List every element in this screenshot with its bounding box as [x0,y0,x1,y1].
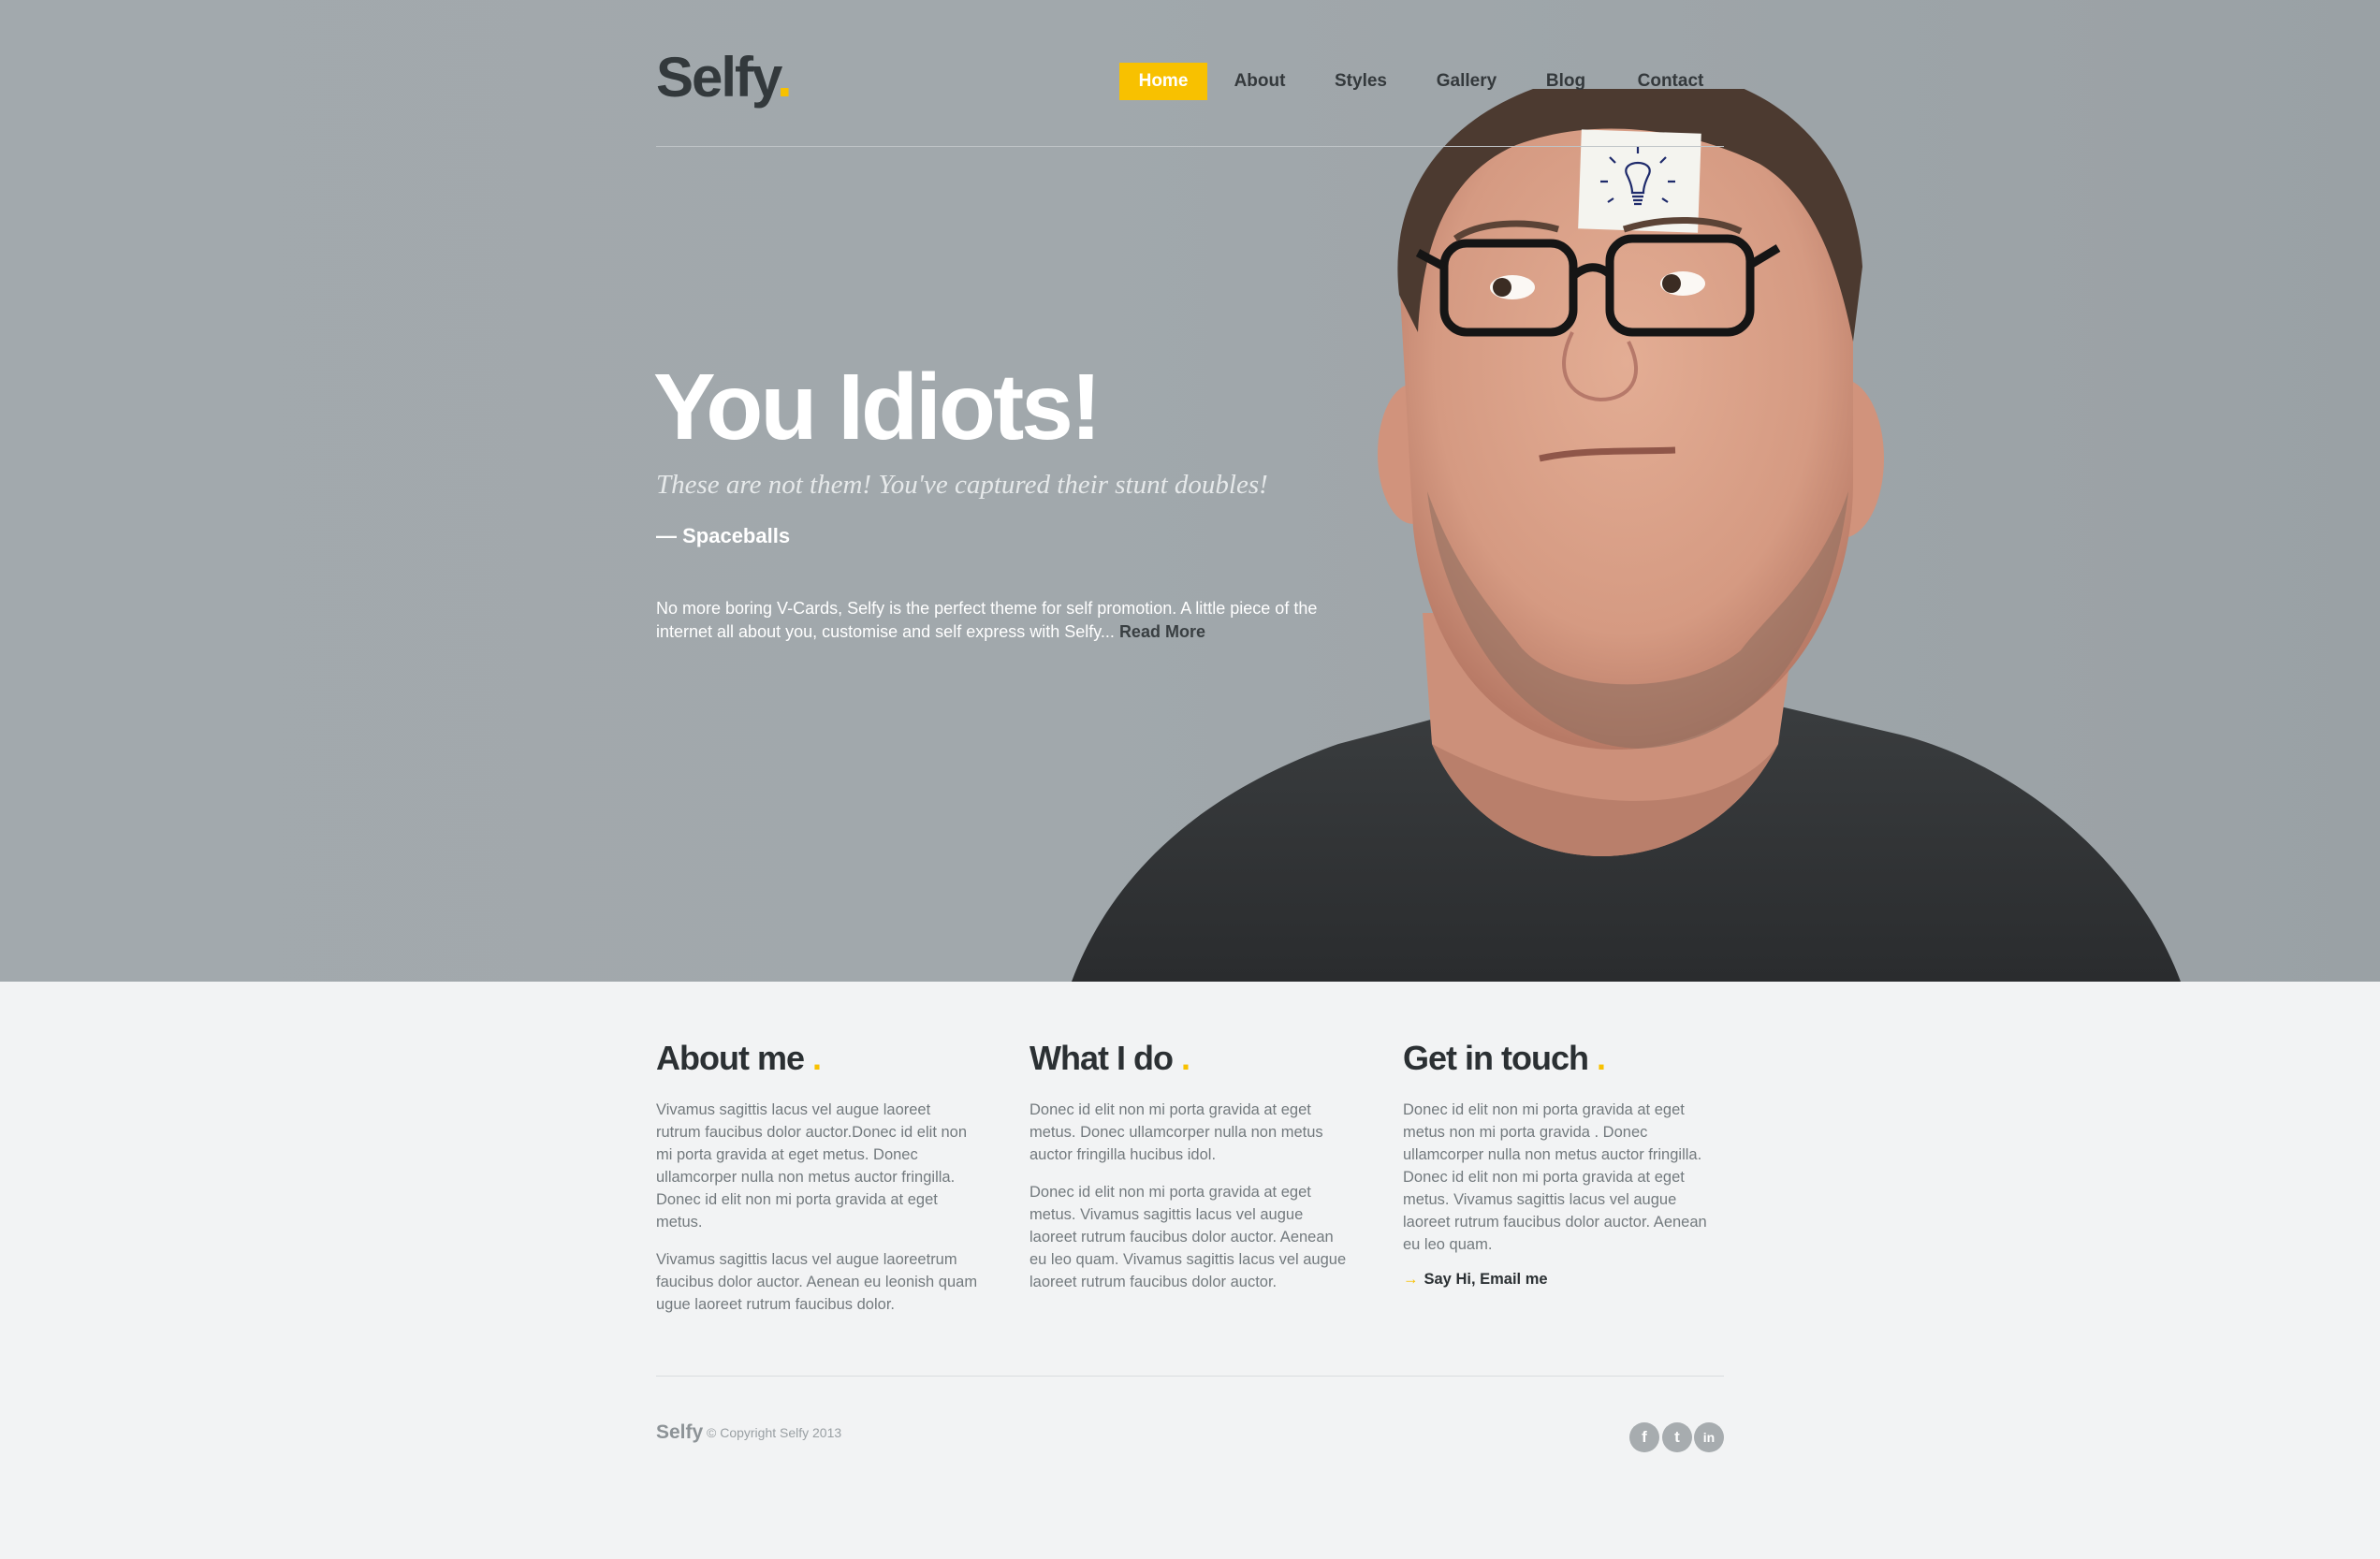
hero-intro: No more boring V-Cards, Selfy is the per… [656,597,1349,644]
what-i-do-column: What I do . Donec id elit non mi porta g… [1029,1039,1352,1293]
nav-contact[interactable]: Contact [1619,63,1722,100]
email-me-link[interactable]: → Say Hi, Email me [1403,1271,1726,1289]
get-in-touch-paragraph: Donec id elit non mi porta gravida at eg… [1403,1101,1707,1253]
site-logo[interactable]: Selfy. [656,45,793,109]
about-column: About me . Vivamus sagittis lacus vel au… [656,1039,979,1316]
portrait-image [1072,89,2181,982]
nav-styles[interactable]: Styles [1318,63,1404,100]
nav-about[interactable]: About [1217,63,1303,100]
hero-quote: These are not them! You've captured thei… [656,470,1268,500]
hero-quote-source: — Spaceballs [656,524,791,547]
facebook-icon[interactable]: f [1629,1422,1659,1452]
about-title: About me . [656,1039,822,1077]
linkedin-icon[interactable]: in [1694,1422,1724,1452]
arrow-right-icon: → [1403,1271,1419,1288]
hero-headline: You Idiots! [653,355,1102,459]
get-in-touch-title: Get in touch . [1403,1039,1606,1077]
nav-blog[interactable]: Blog [1527,63,1604,100]
footer-divider [656,1376,1724,1377]
get-in-touch-column: Get in touch . Donec id elit non mi port… [1403,1039,1726,1289]
hero-section: Selfy. Home About Styles Gallery Blog Co… [0,0,2380,982]
what-i-do-title: What I do . [1029,1039,1190,1077]
hero-intro-text: No more boring V-Cards, Selfy is the per… [656,599,1318,641]
read-more-link[interactable]: Read More [1119,622,1205,641]
footer-logo[interactable]: Selfy [656,1421,703,1444]
about-paragraph: Vivamus sagittis lacus vel augue laoreet… [656,1101,968,1231]
hero-divider [656,146,1724,147]
nav-home[interactable]: Home [1119,63,1207,100]
logo-dot: . [776,46,793,109]
what-i-do-paragraph: Donec id elit non mi porta gravida at eg… [1029,1184,1347,1290]
copyright-text: © Copyright Selfy 2013 [707,1425,842,1440]
nav-gallery[interactable]: Gallery [1421,63,1512,100]
what-i-do-paragraph: Donec id elit non mi porta gravida at eg… [1029,1101,1323,1163]
about-paragraph: Vivamus sagittis lacus vel augue laoreet… [656,1251,978,1313]
twitter-icon[interactable]: t [1662,1422,1692,1452]
